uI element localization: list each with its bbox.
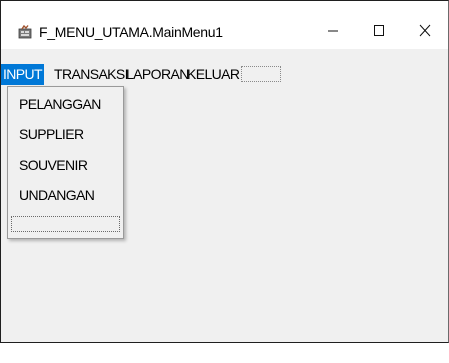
menu-item-supplier[interactable]: SUPPLIER bbox=[19, 126, 84, 142]
menu-item-pelanggan[interactable]: PELANGGAN bbox=[19, 96, 101, 112]
minimize-button[interactable] bbox=[310, 15, 356, 45]
form-app-icon bbox=[18, 24, 32, 39]
menu-bar: INPUT TRANSAKSI LAPORAN KELUAR bbox=[1, 61, 448, 85]
maximize-button[interactable] bbox=[356, 15, 402, 45]
menu-laporan[interactable]: LAPORAN bbox=[124, 64, 191, 85]
menu-new-item-placeholder[interactable] bbox=[241, 66, 281, 82]
menu-item-undangan[interactable]: UNDANGAN bbox=[19, 187, 95, 203]
window-title: F_MENU_UTAMA.MainMenu1 bbox=[39, 24, 223, 40]
title-bar[interactable]: F_MENU_UTAMA.MainMenu1 bbox=[1, 1, 448, 49]
close-icon bbox=[419, 24, 431, 36]
dropdown-new-item-placeholder[interactable] bbox=[11, 216, 120, 232]
maximize-icon bbox=[374, 25, 384, 36]
menu-transaksi[interactable]: TRANSAKSI bbox=[52, 64, 130, 85]
minimize-icon bbox=[328, 30, 338, 32]
menu-keluar[interactable]: KELUAR bbox=[185, 64, 241, 85]
close-button[interactable] bbox=[402, 15, 448, 45]
menu-input[interactable]: INPUT bbox=[1, 64, 45, 85]
input-dropdown-menu: PELANGGAN SUPPLIER SOUVENIR UNDANGAN bbox=[7, 86, 124, 239]
menu-item-souvenir[interactable]: SOUVENIR bbox=[19, 157, 88, 173]
main-window: F_MENU_UTAMA.MainMenu1 INPUT TRANSAKSI L… bbox=[0, 0, 449, 343]
